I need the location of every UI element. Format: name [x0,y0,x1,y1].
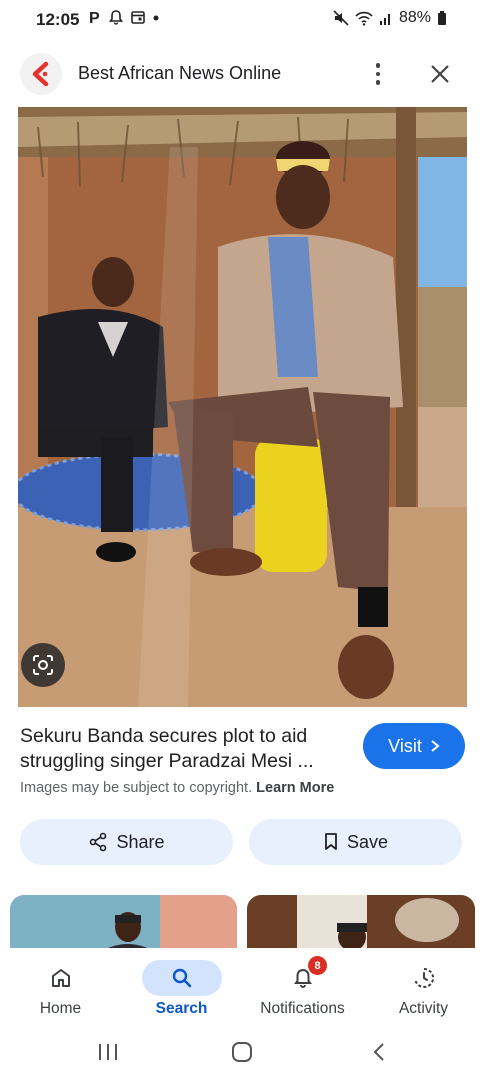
more-dot-icon [375,63,381,68]
nav-activity-label: Activity [398,1000,449,1017]
lens-icon [33,655,53,675]
bell-status-icon [108,10,124,25]
lens-search-button[interactable] [21,643,65,687]
photo-scene [18,107,467,707]
recent-apps-icon[interactable] [96,1040,120,1064]
nav-activity[interactable]: Activity [363,948,484,1028]
battery-icon [438,11,446,25]
learn-more-link[interactable]: Learn More [256,780,334,796]
nav-home[interactable]: Home [0,948,121,1028]
svg-text:P: P [89,10,100,25]
visit-button[interactable]: Visit [363,723,465,769]
site-logo[interactable] [20,53,62,95]
share-icon [90,832,107,852]
system-navigation-bar [0,1028,485,1080]
share-label: Share [116,831,165,852]
close-icon [431,65,449,83]
result-headline[interactable]: Sekuru Banda secures plot to aid struggl… [20,724,350,774]
bottom-navigation: Home Search 8 Notifications Activity [0,948,485,1028]
wifi-icon [355,11,373,26]
share-button[interactable]: Share [20,819,233,865]
thumbnail-scene [247,895,475,955]
status-system-icons: 88% [333,9,447,27]
bell-icon [263,960,343,996]
more-dot-icon [375,71,381,77]
home-icon [21,960,101,996]
copyright-text: Images may be subject to copyright. [20,780,253,796]
parking-icon: P [89,10,100,25]
chevron-right-icon [431,740,440,752]
nav-search[interactable]: Search [121,948,242,1028]
related-image-thumbnail[interactable] [10,895,237,955]
dot-icon [153,15,159,21]
visit-label: Visit [388,735,422,756]
nav-home-label: Home [39,1000,82,1017]
status-notification-icons: P [88,9,160,25]
signal-icon [379,14,390,25]
nav-search-label: Search [155,1000,208,1017]
bookmark-icon [325,833,337,850]
save-button[interactable]: Save [249,819,462,865]
more-options-button[interactable] [368,60,388,88]
status-time: 12:05 [36,10,80,29]
close-button[interactable] [426,60,454,88]
calendar-status-icon [131,11,145,24]
activity-icon [384,960,464,996]
copyright-notice: Images may be subject to copyright. Lear… [20,780,334,796]
search-icon [141,960,222,996]
site-logo-icon [32,61,49,87]
home-system-icon[interactable] [230,1040,254,1064]
nav-notifications[interactable]: 8 Notifications [242,948,363,1028]
mute-icon [333,10,349,26]
nav-notifications-label: Notifications [260,1000,345,1017]
battery-level: 88% [398,9,431,26]
notification-count-badge: 8 [308,956,327,975]
result-image[interactable] [18,107,467,707]
site-title[interactable]: Best African News Online [78,63,281,84]
more-dot-icon [375,80,381,85]
related-image-thumbnail[interactable] [247,895,475,955]
thumbnail-scene [10,895,237,955]
back-icon[interactable] [368,1040,392,1064]
save-label: Save [346,831,389,852]
status-bar: 12:05 P 88% [0,0,485,42]
